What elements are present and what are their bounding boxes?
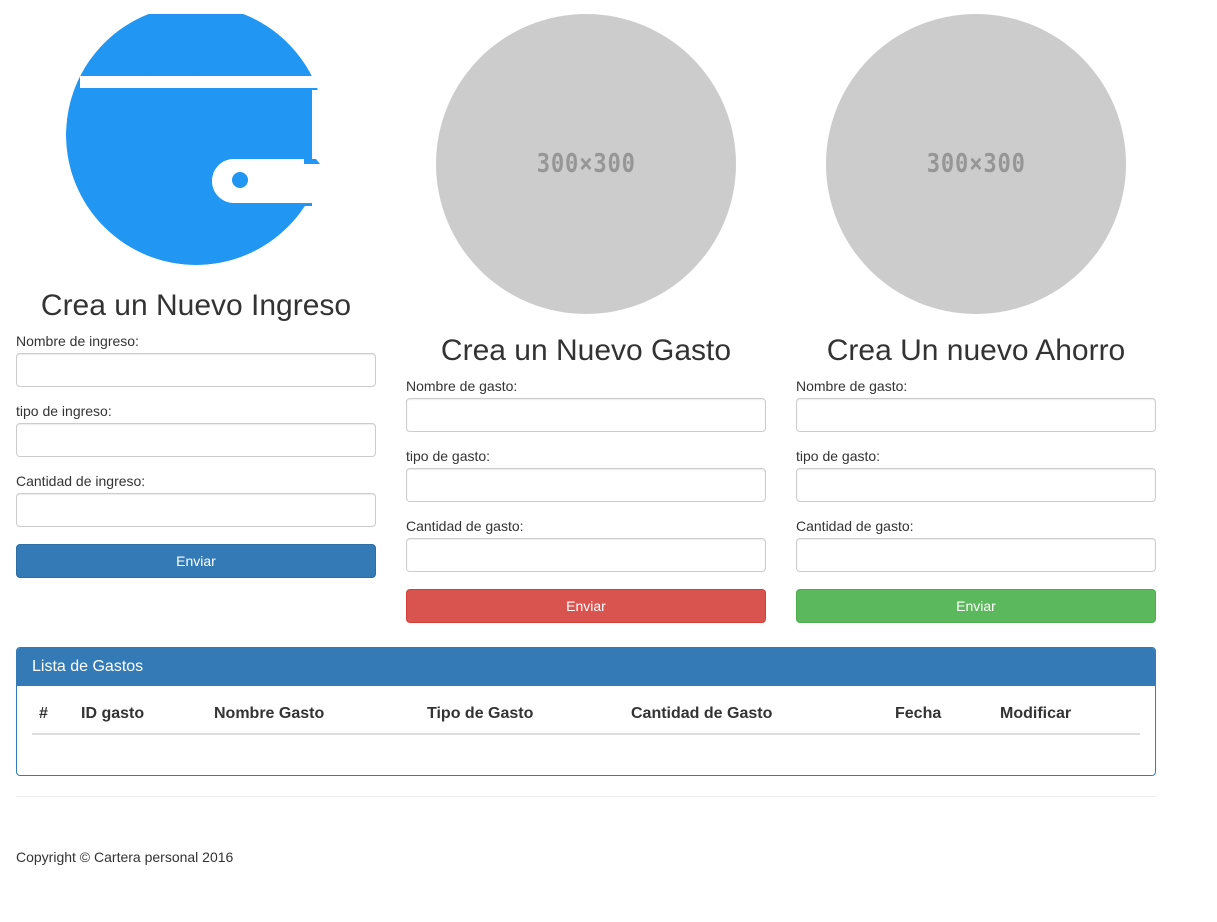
column-header-id: ID gasto	[81, 705, 145, 722]
column-header-type: Tipo de Gasto	[427, 705, 534, 722]
savings-name-label: Nombre de gasto:	[796, 378, 908, 394]
income-amount-label: Cantidad de ingreso:	[16, 473, 146, 489]
column-header-amount: Cantidad de Gasto	[631, 705, 773, 722]
expenses-panel-title: Lista de Gastos	[17, 648, 1155, 686]
expenses-table-header: # ID gasto Nombre Gasto Tipo de Gasto Ca…	[32, 702, 1140, 735]
savings-form-title: Crea Un nuevo Ahorro	[826, 334, 1126, 367]
footer-divider	[16, 796, 1156, 797]
income-name-label: Nombre de ingreso:	[16, 333, 139, 349]
income-name-input[interactable]	[16, 353, 376, 387]
savings-type-label: tipo de gasto:	[796, 448, 881, 464]
income-type-input[interactable]	[16, 423, 376, 457]
expense-form-column: 300×300 Crea un Nuevo Gasto Nombre de ga…	[406, 14, 766, 623]
expense-type-label: tipo de gasto:	[406, 448, 491, 464]
expenses-list-panel: Lista de Gastos # ID gasto Nombre Gasto …	[16, 647, 1156, 776]
expense-type-input[interactable]	[406, 468, 766, 502]
income-amount-input[interactable]	[16, 493, 376, 527]
image-placeholder: 300×300	[436, 14, 736, 314]
savings-type-input[interactable]	[796, 468, 1156, 502]
column-header-date: Fecha	[895, 705, 942, 722]
income-form-column: Crea un Nuevo Ingreso Nombre de ingreso:…	[16, 5, 376, 578]
savings-form-column: 300×300 Crea Un nuevo Ahorro Nombre de g…	[796, 14, 1156, 623]
image-placeholder-text: 300×300	[536, 149, 636, 179]
column-header-modify: Modificar	[1000, 705, 1072, 722]
savings-image: 300×300	[796, 14, 1156, 314]
expense-name-input[interactable]	[406, 398, 766, 432]
column-header-name: Nombre Gasto	[214, 705, 325, 722]
expense-amount-input[interactable]	[406, 538, 766, 572]
expense-image: 300×300	[406, 14, 766, 314]
image-placeholder: 300×300	[826, 14, 1126, 314]
income-type-label: tipo de ingreso:	[16, 403, 112, 419]
savings-name-input[interactable]	[796, 398, 1156, 432]
income-image	[16, 5, 376, 314]
expense-name-label: Nombre de gasto:	[406, 378, 518, 394]
footer-copyright: Copyright © Cartera personal 2016	[16, 849, 234, 865]
income-submit-button[interactable]: Enviar	[16, 544, 376, 578]
wallet-icon	[16, 5, 376, 270]
column-header-number: #	[39, 705, 48, 722]
expense-submit-button[interactable]: Enviar	[406, 589, 766, 623]
image-placeholder-text: 300×300	[926, 149, 1026, 179]
expense-amount-label: Cantidad de gasto:	[406, 518, 524, 534]
savings-submit-button[interactable]: Enviar	[796, 589, 1156, 623]
savings-amount-input[interactable]	[796, 538, 1156, 572]
expense-form-title: Crea un Nuevo Gasto	[440, 334, 732, 367]
savings-amount-label: Cantidad de gasto:	[796, 518, 914, 534]
